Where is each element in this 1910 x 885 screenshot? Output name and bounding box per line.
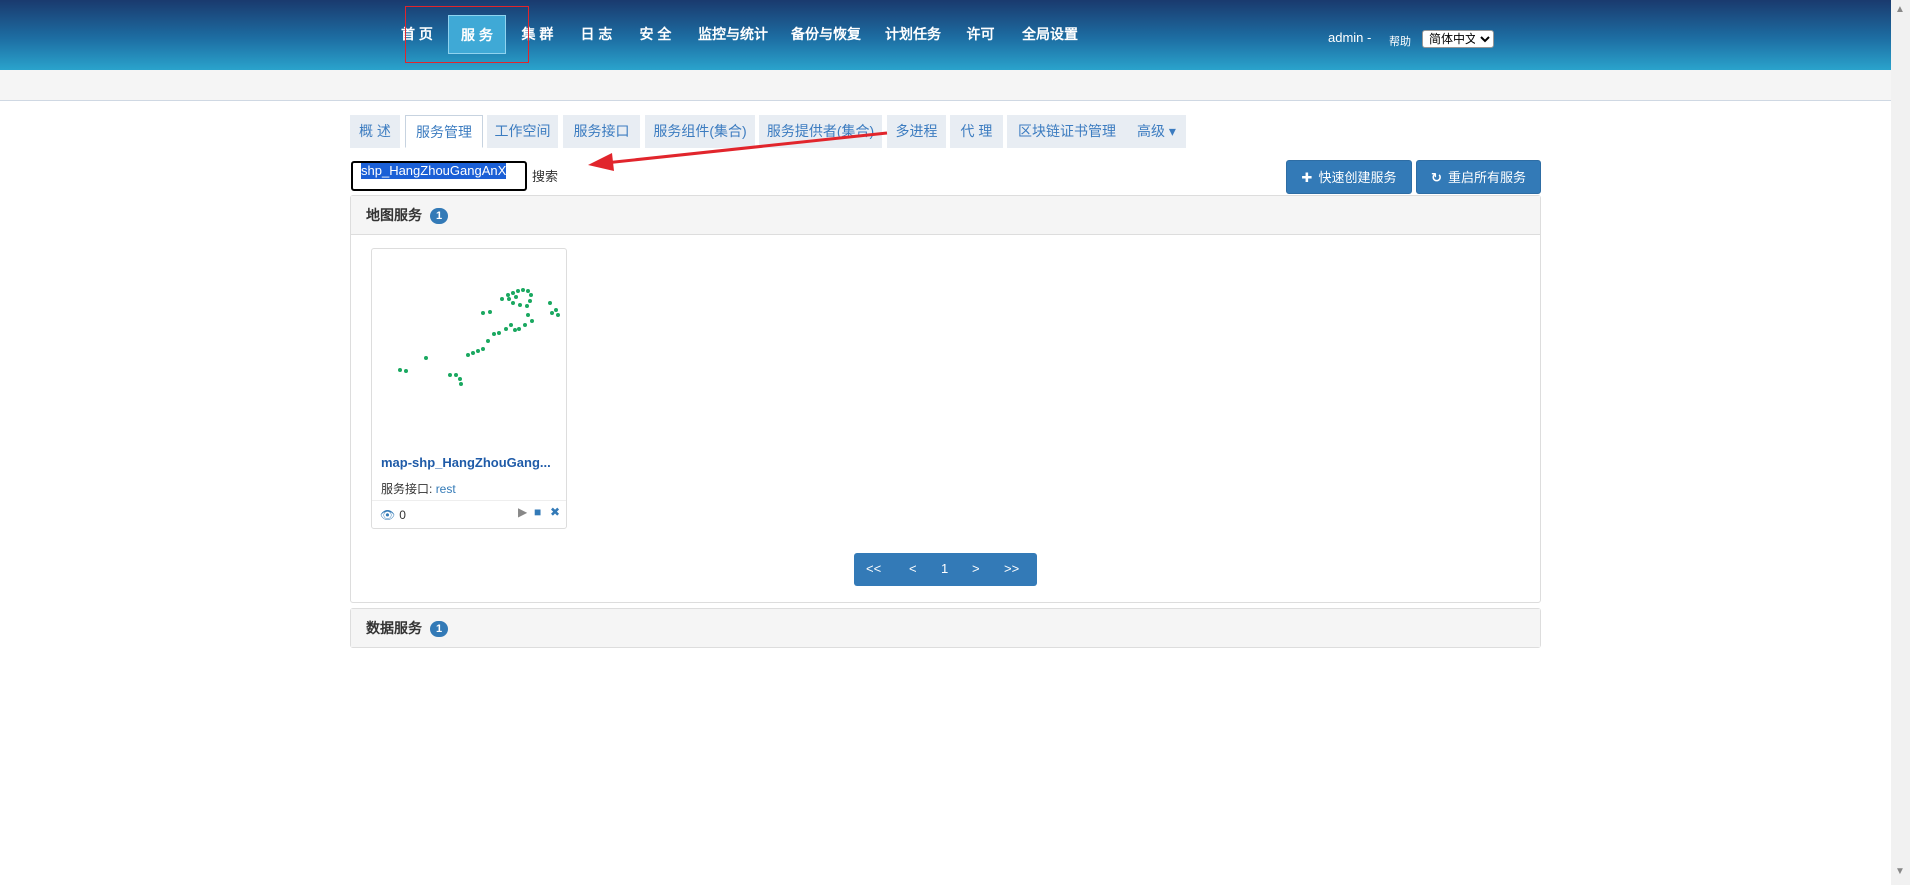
stop-icon[interactable]: ■ xyxy=(534,505,541,519)
data-services-header[interactable]: 数据服务 1 xyxy=(351,609,1540,647)
map-services-count-badge: 1 xyxy=(430,208,448,225)
pager-page-1[interactable]: 1 xyxy=(941,561,948,576)
close-icon[interactable]: ✖ xyxy=(550,505,560,519)
service-name-link[interactable]: map-shp_HangZhouGang... xyxy=(381,455,561,470)
service-interface-label: 服务接口: xyxy=(381,482,433,496)
data-services-title: 数据服务 xyxy=(366,620,422,636)
search-input[interactable]: shp_HangZhouGangAnX xyxy=(351,161,527,191)
pager-first[interactable]: << xyxy=(866,561,881,576)
map-services-title: 地图服务 xyxy=(366,207,422,223)
restart-all-services-button[interactable]: ↻ 重启所有服务 xyxy=(1416,160,1541,194)
data-services-panel: 数据服务 1 xyxy=(350,608,1541,648)
service-view-count: 0 xyxy=(399,508,406,522)
refresh-icon: ↻ xyxy=(1431,170,1442,185)
play-icon[interactable]: ▶ xyxy=(518,505,527,519)
pager-last[interactable]: >> xyxy=(1004,561,1019,576)
map-services-panel: 地图服务 1 map-shp_HangZhouGang... 服务接口: rest… xyxy=(350,195,1541,603)
service-card-footer: 👁 0 ▶ ■ ✖ xyxy=(372,500,566,529)
page-scrollbar[interactable]: ▲ ▼ xyxy=(1891,0,1910,885)
search-input-selected-text: shp_HangZhouGangAnX xyxy=(361,163,507,179)
plus-icon: ✚ xyxy=(1301,170,1313,185)
service-card[interactable]: map-shp_HangZhouGang... 服务接口: rest 👁 0 ▶ … xyxy=(371,248,567,529)
data-services-count-badge: 1 xyxy=(430,621,448,638)
service-views: 👁 0 xyxy=(380,508,406,522)
quick-create-service-button[interactable]: ✚ 快速创建服务 xyxy=(1286,160,1412,194)
service-map-thumbnail xyxy=(398,288,560,386)
scroll-up-arrow-icon[interactable]: ▲ xyxy=(1895,4,1905,15)
eye-icon: 👁 xyxy=(380,508,396,522)
quick-create-label: 快速创建服务 xyxy=(1318,170,1397,185)
restart-all-label: 重启所有服务 xyxy=(1447,170,1526,185)
service-interface: 服务接口: rest xyxy=(381,480,456,497)
service-interface-rest-link[interactable]: rest xyxy=(436,482,456,496)
search-button[interactable]: 搜索 xyxy=(532,166,558,185)
pagination: << < 1 > >> xyxy=(854,553,1037,586)
scroll-down-arrow-icon[interactable]: ▼ xyxy=(1895,866,1905,877)
map-services-header[interactable]: 地图服务 1 xyxy=(351,196,1540,235)
pager-next[interactable]: > xyxy=(972,561,980,576)
pager-prev[interactable]: < xyxy=(909,561,917,576)
